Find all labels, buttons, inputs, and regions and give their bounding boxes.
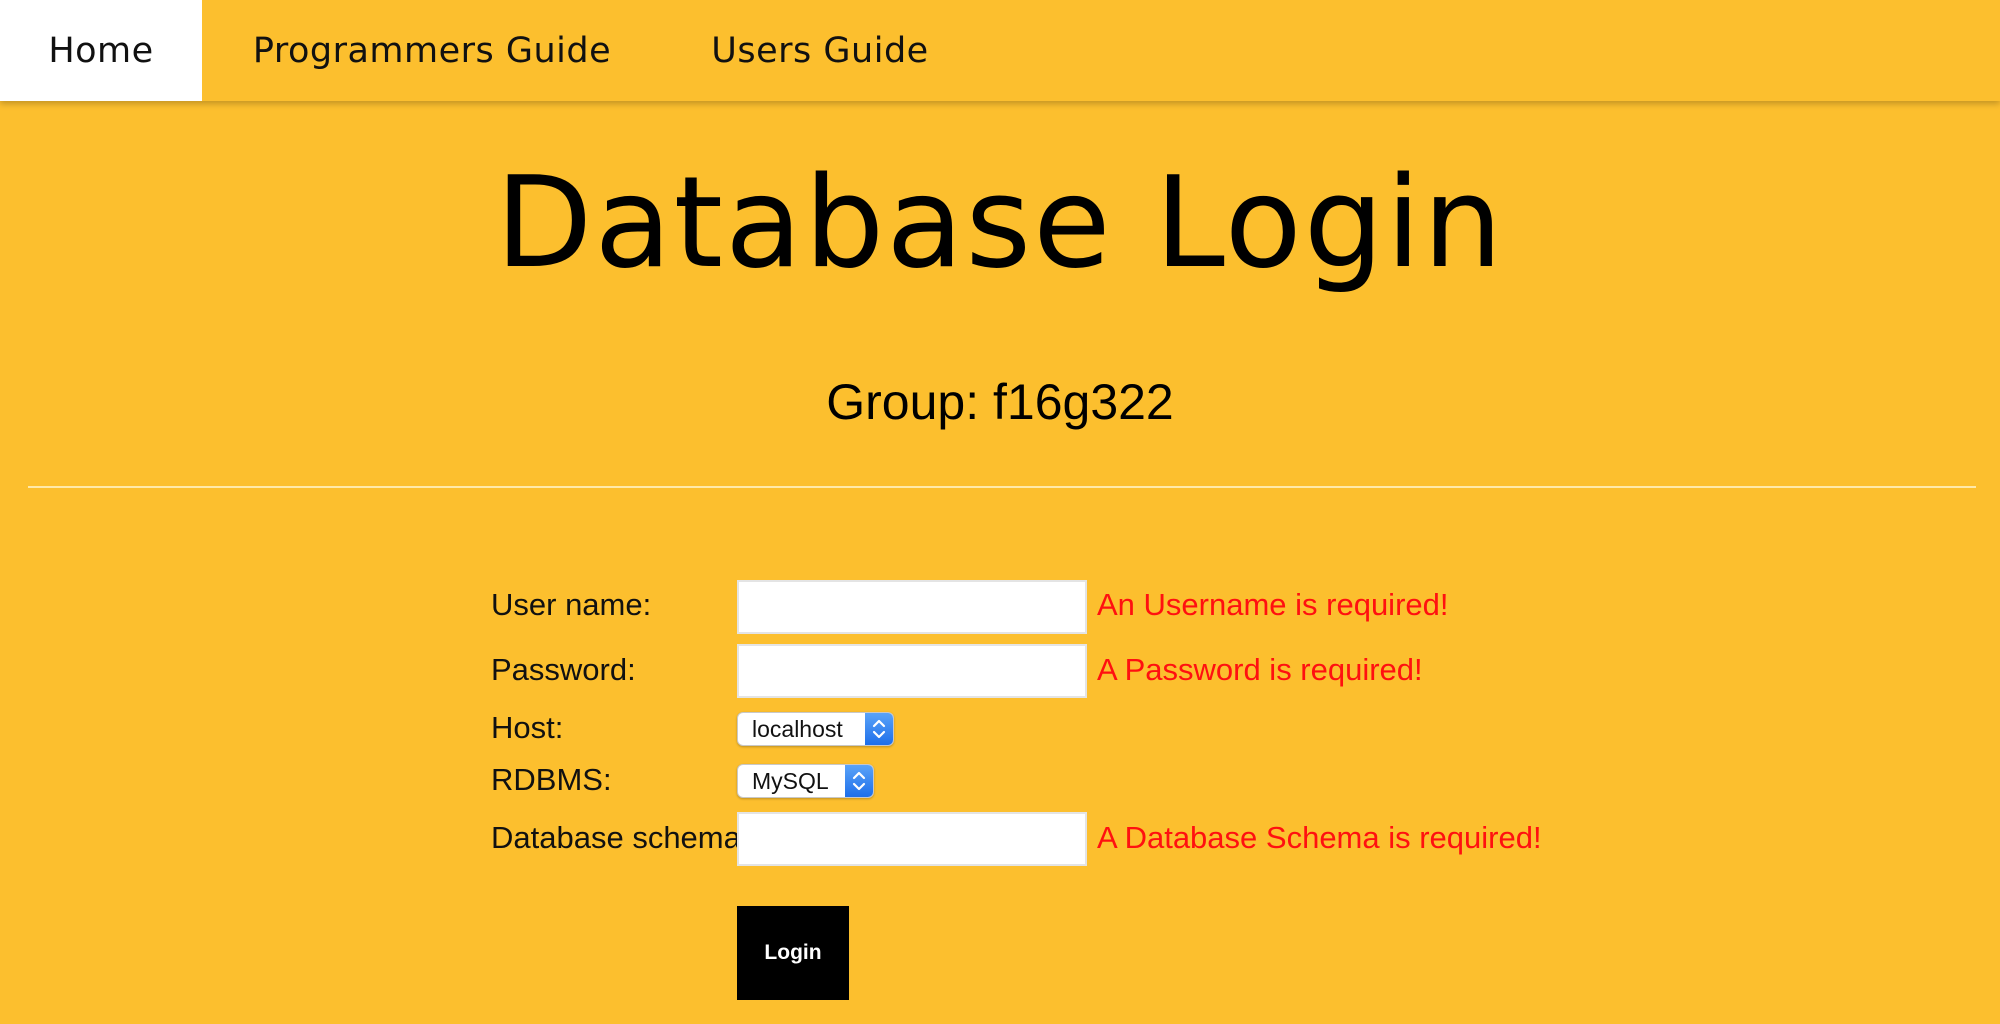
top-navbar: Home Programmers Guide Users Guide [0, 0, 2000, 101]
nav-programmers-guide[interactable]: Programmers Guide [202, 0, 662, 101]
chevron-up-down-icon [865, 713, 893, 745]
chevron-up-down-icon [845, 765, 873, 797]
host-select-value: localhost [752, 716, 843, 742]
nav-users-guide[interactable]: Users Guide [662, 0, 978, 101]
password-label: Password: [491, 652, 636, 687]
schema-error: A Database Schema is required! [1097, 820, 1542, 855]
schema-input[interactable] [737, 812, 1087, 866]
password-error: A Password is required! [1097, 652, 1423, 687]
username-input[interactable] [737, 580, 1087, 634]
host-label: Host: [491, 710, 564, 745]
rdbms-select-value: MySQL [752, 768, 829, 794]
username-error: An Username is required! [1097, 587, 1449, 622]
rdbms-select[interactable]: MySQL [737, 764, 874, 798]
username-label: User name: [491, 587, 652, 622]
divider [28, 486, 1976, 488]
schema-label: Database schema: [491, 820, 750, 855]
password-input[interactable] [737, 644, 1087, 698]
group-heading: Group: f16g322 [826, 374, 1174, 430]
page-title: Database Login [495, 149, 1505, 296]
nav-home[interactable]: Home [0, 0, 202, 101]
rdbms-label: RDBMS: [491, 762, 612, 797]
login-button[interactable]: Login [737, 906, 849, 1000]
host-select[interactable]: localhost [737, 712, 894, 746]
